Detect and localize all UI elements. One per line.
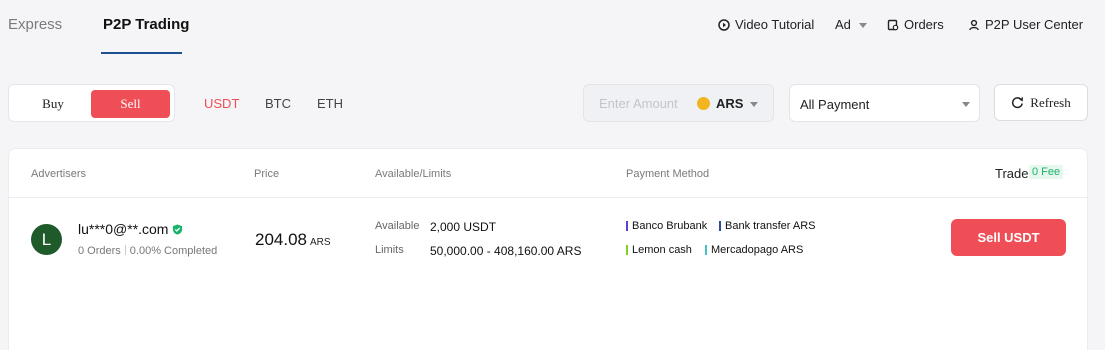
avatar[interactable]: L [31,224,62,255]
buy-button[interactable]: Buy [19,90,87,118]
header-trade: Trade [995,166,1029,181]
limits-label: Limits [375,244,404,256]
available-label: Available [375,220,420,232]
payment-method-name: Mercadopago ARS [711,244,804,256]
payment-method-name: Lemon cash [632,244,692,256]
coin-tab-btc[interactable]: BTC [265,96,291,111]
chevron-down-icon [858,22,867,28]
price-value: 204.08 ARS [255,230,331,250]
payment-method-name: Banco Brubank [632,220,708,232]
ad-label: Ad [835,17,851,32]
amount-placeholder: Enter Amount [599,96,678,111]
refresh-label: Refresh [1030,94,1071,110]
play-circle-icon [718,18,730,31]
ad-menu[interactable]: Ad [835,17,867,32]
user-center-label: P2P User Center [985,17,1084,32]
user-icon [969,19,979,30]
payment-method-tag: Bank transfer ARS [719,220,816,232]
top-nav: Express P2P Trading Video Tutorial Ad Or… [0,0,1105,56]
ads-table: Advertisers Price Available/Limits Payme… [8,148,1088,350]
available-value: 2,000 USDT [430,220,497,234]
refresh-button[interactable]: Refresh [994,84,1088,121]
price-currency: ARS [310,237,331,248]
sell-button[interactable]: Sell [91,90,170,118]
tab-express[interactable]: Express [8,16,62,33]
header-advertisers: Advertisers [31,168,87,180]
video-tutorial-link[interactable]: Video Tutorial [718,17,814,32]
orders-label: Orders [904,17,944,32]
advertiser-name: lu***0@**.com [78,221,169,237]
orders-count: 0 Orders [78,245,121,257]
chevron-down-icon [750,102,758,107]
advertiser-stats: 0 Orders 0.00% Completed [78,245,217,257]
payment-method-tag: Lemon cash [626,244,692,256]
stats-separator [124,245,126,255]
chevron-down-icon [962,102,970,107]
currency-label[interactable]: ARS [716,96,743,111]
orders-link[interactable]: Orders [887,17,944,32]
fee-badge: 0 Fee [1029,165,1064,179]
user-center-link[interactable]: P2P User Center [968,17,1083,32]
payment-color-bar [626,245,628,255]
payment-method-name: Bank transfer ARS [725,220,816,232]
sell-usdt-button[interactable]: Sell USDT [951,219,1066,256]
coin-tab-usdt[interactable]: USDT [204,96,239,111]
advertiser-name-link[interactable]: lu***0@**.com [78,221,183,237]
orders-icon [887,19,899,30]
refresh-icon [1012,97,1024,109]
payment-select[interactable]: All Payment [789,84,980,122]
limits-value: 50,000.00 - 408,160.00 ARS [430,244,582,258]
completion-rate: 0.00% Completed [129,245,218,257]
payment-method-tag: Mercadopago ARS [705,244,803,256]
header-payment-method: Payment Method [626,168,710,180]
header-divider [9,197,1087,198]
video-tutorial-label: Video Tutorial [735,17,815,32]
active-tab-underline [101,52,182,54]
header-available-limits: Available/Limits [375,168,452,180]
buy-sell-toggle: Buy Sell [8,84,175,122]
currency-coin-icon [697,97,710,110]
payment-method-tag: Banco Brubank [626,220,707,232]
payment-color-bar [719,221,721,231]
price-number: 204.08 [255,230,307,249]
payment-select-value: All Payment [800,97,870,112]
header-price: Price [254,168,280,180]
payment-color-bar [626,221,628,231]
tab-p2p-trading[interactable]: P2P Trading [103,16,189,33]
payment-color-bar [705,245,707,255]
coin-tab-eth[interactable]: ETH [317,96,343,111]
amount-input[interactable]: Enter Amount ARS [583,84,774,122]
verified-shield-icon [173,223,183,235]
